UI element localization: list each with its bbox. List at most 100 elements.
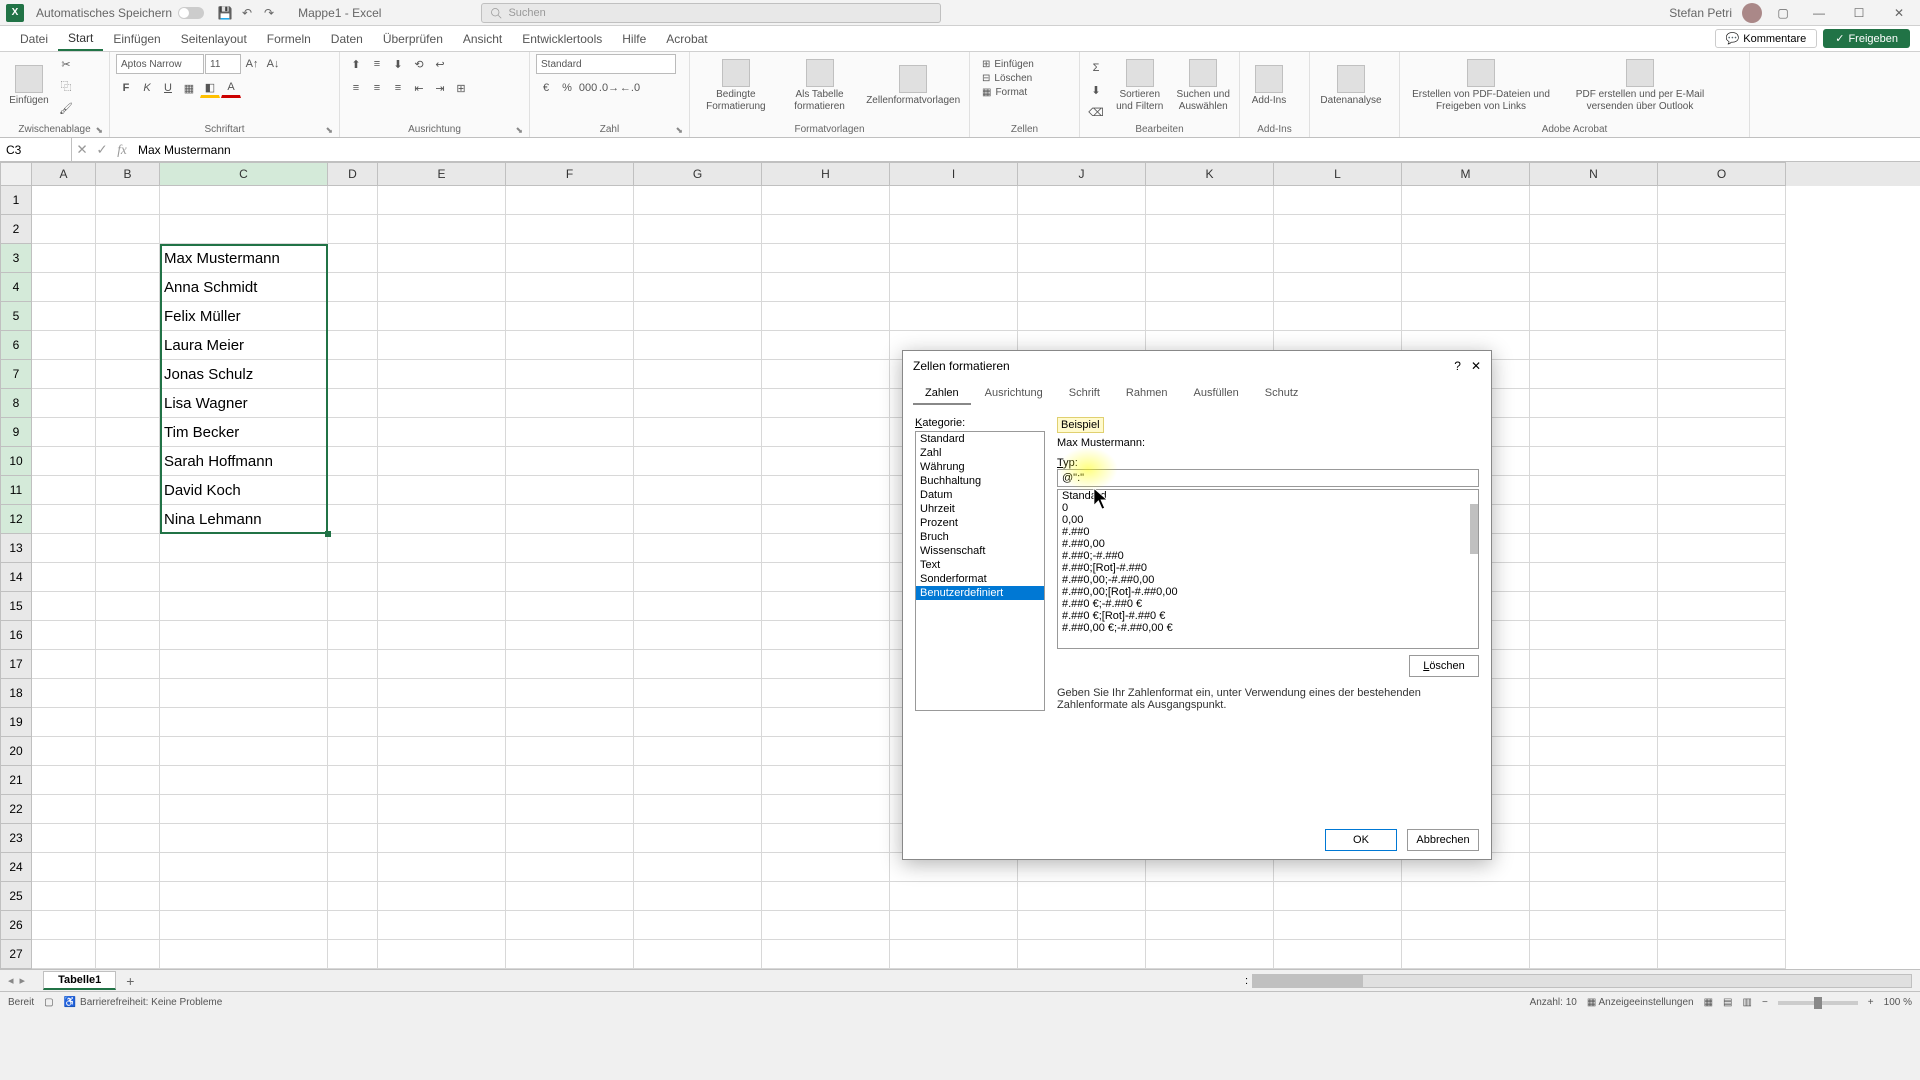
format-item[interactable]: #.##0 €;[Rot]-#.##0 € xyxy=(1058,610,1478,622)
cell-A4[interactable] xyxy=(32,273,96,302)
category-item[interactable]: Uhrzeit xyxy=(916,502,1044,516)
cell-C20[interactable] xyxy=(160,737,328,766)
zoom-level[interactable]: 100 % xyxy=(1884,997,1912,1008)
cell-C1[interactable] xyxy=(160,186,328,215)
cell-F16[interactable] xyxy=(506,621,634,650)
cell-H21[interactable] xyxy=(762,766,890,795)
cell-L5[interactable] xyxy=(1274,302,1402,331)
cell-G18[interactable] xyxy=(634,679,762,708)
cell-E11[interactable] xyxy=(378,476,506,505)
cell-B21[interactable] xyxy=(96,766,160,795)
cell-K2[interactable] xyxy=(1146,215,1274,244)
cell-G14[interactable] xyxy=(634,563,762,592)
cell-C5[interactable]: Felix Müller xyxy=(160,302,328,331)
cell-A12[interactable] xyxy=(32,505,96,534)
tab-dev[interactable]: Entwicklertools xyxy=(512,26,612,51)
clear-icon[interactable]: ⌫ xyxy=(1086,102,1106,122)
align-center-icon[interactable]: ≡ xyxy=(367,78,387,98)
cell-N6[interactable] xyxy=(1530,331,1658,360)
cell-F13[interactable] xyxy=(506,534,634,563)
cell-C24[interactable] xyxy=(160,853,328,882)
row-header-16[interactable]: 16 xyxy=(0,621,32,650)
comments-button[interactable]: 💬 Kommentare xyxy=(1715,29,1818,48)
cell-N15[interactable] xyxy=(1530,592,1658,621)
redo-icon[interactable]: ↷ xyxy=(260,4,278,22)
row-header-23[interactable]: 23 xyxy=(0,824,32,853)
format-item[interactable]: #.##0,00;[Rot]-#.##0,00 xyxy=(1058,586,1478,598)
tab-review[interactable]: Überprüfen xyxy=(373,26,453,51)
dialog-tab-numbers[interactable]: Zahlen xyxy=(913,383,971,405)
cell-N12[interactable] xyxy=(1530,505,1658,534)
cell-C17[interactable] xyxy=(160,650,328,679)
cell-O21[interactable] xyxy=(1658,766,1786,795)
cell-E22[interactable] xyxy=(378,795,506,824)
cell-C23[interactable] xyxy=(160,824,328,853)
formula-confirm-icon[interactable]: ✓ xyxy=(92,138,112,161)
cell-D11[interactable] xyxy=(328,476,378,505)
cell-G22[interactable] xyxy=(634,795,762,824)
cell-O2[interactable] xyxy=(1658,215,1786,244)
cell-F11[interactable] xyxy=(506,476,634,505)
cell-E27[interactable] xyxy=(378,940,506,969)
cell-O13[interactable] xyxy=(1658,534,1786,563)
row-header-19[interactable]: 19 xyxy=(0,708,32,737)
cell-A21[interactable] xyxy=(32,766,96,795)
cell-B7[interactable] xyxy=(96,360,160,389)
cell-F9[interactable] xyxy=(506,418,634,447)
cell-E24[interactable] xyxy=(378,853,506,882)
cell-G15[interactable] xyxy=(634,592,762,621)
cell-A16[interactable] xyxy=(32,621,96,650)
row-header-22[interactable]: 22 xyxy=(0,795,32,824)
category-item[interactable]: Währung xyxy=(916,460,1044,474)
col-header-D[interactable]: D xyxy=(328,162,378,186)
thousand-icon[interactable]: 000 xyxy=(578,78,598,98)
cell-J3[interactable] xyxy=(1018,244,1146,273)
bold-button[interactable]: F xyxy=(116,78,136,98)
cell-A26[interactable] xyxy=(32,911,96,940)
horizontal-scrollbar[interactable] xyxy=(1252,974,1912,988)
cell-C15[interactable] xyxy=(160,592,328,621)
cell-D18[interactable] xyxy=(328,679,378,708)
cell-F8[interactable] xyxy=(506,389,634,418)
cell-A18[interactable] xyxy=(32,679,96,708)
cell-styles-button[interactable]: Zellenformatvorlagen xyxy=(863,54,963,118)
cell-N4[interactable] xyxy=(1530,273,1658,302)
cell-L25[interactable] xyxy=(1274,882,1402,911)
cell-O18[interactable] xyxy=(1658,679,1786,708)
cell-K27[interactable] xyxy=(1146,940,1274,969)
row-header-5[interactable]: 5 xyxy=(0,302,32,331)
cell-E8[interactable] xyxy=(378,389,506,418)
formula-cancel-icon[interactable]: ✕ xyxy=(72,138,92,161)
user-avatar[interactable] xyxy=(1742,3,1762,23)
format-item[interactable]: #.##0 €;-#.##0 € xyxy=(1058,598,1478,610)
row-header-1[interactable]: 1 xyxy=(0,186,32,215)
cell-J4[interactable] xyxy=(1018,273,1146,302)
cell-N1[interactable] xyxy=(1530,186,1658,215)
cell-D25[interactable] xyxy=(328,882,378,911)
cell-N25[interactable] xyxy=(1530,882,1658,911)
select-all-corner[interactable] xyxy=(0,162,32,186)
cell-J5[interactable] xyxy=(1018,302,1146,331)
cell-I27[interactable] xyxy=(890,940,1018,969)
cell-B20[interactable] xyxy=(96,737,160,766)
cell-C4[interactable]: Anna Schmidt xyxy=(160,273,328,302)
cut-icon[interactable]: ✂ xyxy=(56,54,76,74)
cell-H10[interactable] xyxy=(762,447,890,476)
cell-B12[interactable] xyxy=(96,505,160,534)
cell-A14[interactable] xyxy=(32,563,96,592)
cell-N7[interactable] xyxy=(1530,360,1658,389)
cell-H19[interactable] xyxy=(762,708,890,737)
cell-C8[interactable]: Lisa Wagner xyxy=(160,389,328,418)
cell-O3[interactable] xyxy=(1658,244,1786,273)
dec-decimal-icon[interactable]: ←.0 xyxy=(620,78,640,98)
col-header-K[interactable]: K xyxy=(1146,162,1274,186)
cell-F21[interactable] xyxy=(506,766,634,795)
cell-B23[interactable] xyxy=(96,824,160,853)
cell-A7[interactable] xyxy=(32,360,96,389)
cell-H8[interactable] xyxy=(762,389,890,418)
cell-D20[interactable] xyxy=(328,737,378,766)
cell-E23[interactable] xyxy=(378,824,506,853)
cell-B11[interactable] xyxy=(96,476,160,505)
cell-J25[interactable] xyxy=(1018,882,1146,911)
cell-A24[interactable] xyxy=(32,853,96,882)
